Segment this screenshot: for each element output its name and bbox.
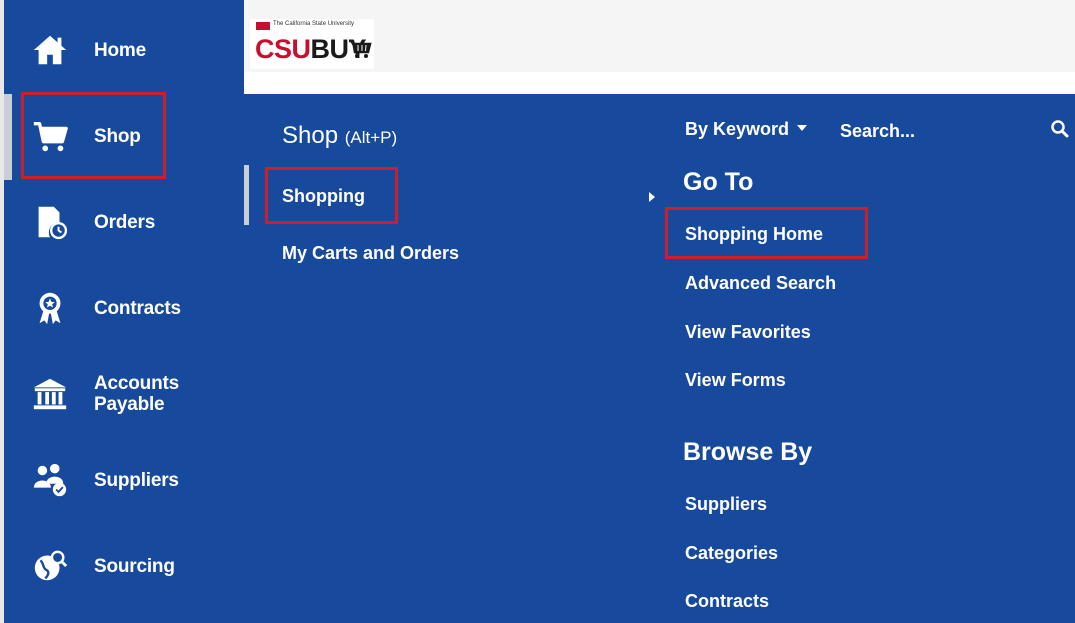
contract-ribbon-icon	[28, 286, 72, 330]
sidebar-item-suppliers[interactable]: Suppliers	[28, 450, 238, 510]
search-icon[interactable]	[1050, 119, 1070, 139]
search-mode-dropdown[interactable]: By Keyword	[685, 119, 808, 140]
hotkey-hint: (Alt+P)	[344, 128, 398, 147]
chevron-down-icon	[797, 125, 808, 132]
panel-title: Shop (Alt+P)	[282, 122, 398, 149]
link-view-forms[interactable]: View Forms	[685, 370, 786, 391]
link-view-favorites[interactable]: View Favorites	[685, 322, 811, 343]
suppliers-users-icon	[28, 458, 72, 502]
browse-by-heading: Browse By	[683, 438, 813, 466]
submenu-arrow-icon	[649, 192, 655, 202]
csubuy-logo[interactable]: The California State University CSUBUY	[250, 19, 374, 69]
csu-seal-icon	[256, 22, 270, 30]
orders-clock-icon	[28, 200, 72, 244]
search-input[interactable]	[834, 116, 1046, 146]
goto-heading: Go To	[683, 168, 754, 196]
sidebar-item-label: Accounts Payable	[94, 373, 179, 415]
link-browse-suppliers[interactable]: Suppliers	[685, 494, 767, 515]
sidebar-item-contracts[interactable]: Contracts	[28, 278, 238, 338]
sidebar-item-label: Orders	[94, 211, 156, 233]
shop-active-indicator	[4, 94, 12, 180]
logo-subtitle: The California State University	[273, 21, 355, 27]
home-icon	[28, 28, 72, 72]
link-browse-contracts[interactable]: Contracts	[685, 591, 769, 612]
sidebar-item-label: Home	[94, 39, 146, 61]
sidebar-item-home[interactable]: Home	[28, 20, 238, 80]
sidebar-item-orders[interactable]: Orders	[28, 192, 238, 252]
highlight-shop	[21, 92, 166, 179]
highlight-shopping-home	[665, 207, 868, 259]
link-advanced-search[interactable]: Advanced Search	[685, 273, 836, 294]
bank-icon	[28, 372, 72, 416]
sidebar-item-sourcing[interactable]: Sourcing	[28, 536, 238, 596]
panel-selection-indicator	[244, 165, 249, 225]
header-strip	[244, 72, 1075, 94]
sourcing-globe-icon	[28, 544, 72, 588]
sidebar-item-accounts-payable[interactable]: Accounts Payable	[28, 364, 238, 424]
link-browse-categories[interactable]: Categories	[685, 543, 778, 564]
menu-item-my-carts-and-orders[interactable]: My Carts and Orders	[282, 243, 459, 264]
logo-cart-icon	[349, 39, 372, 58]
highlight-shopping	[265, 167, 398, 224]
sidebar-item-label: Sourcing	[94, 555, 175, 577]
sidebar-item-label: Contracts	[94, 297, 181, 319]
sidebar-item-label: Suppliers	[94, 469, 179, 491]
